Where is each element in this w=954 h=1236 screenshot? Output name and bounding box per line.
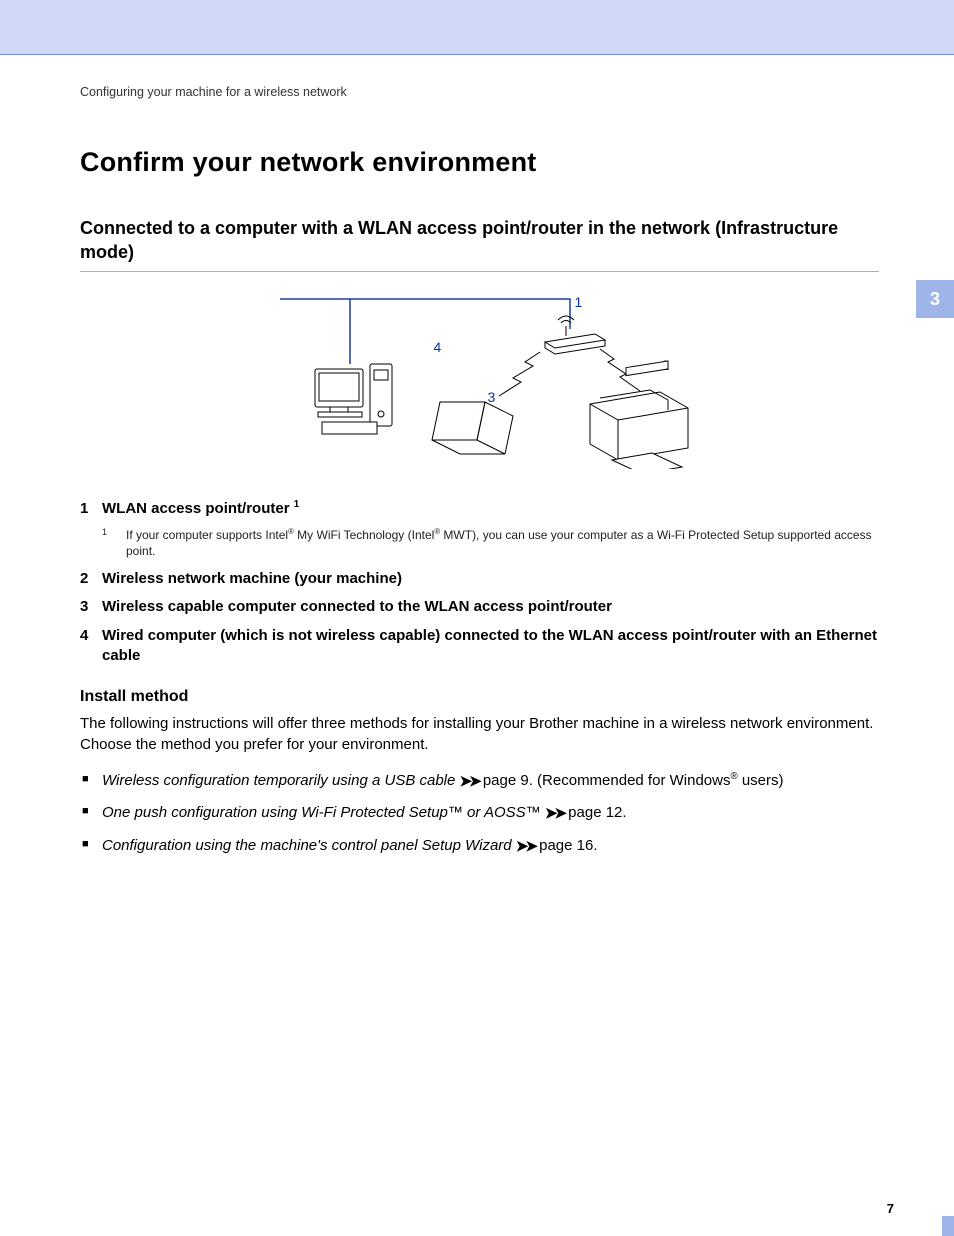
footnote-num: 1 <box>102 526 126 558</box>
legend-item-2: 2 Wireless network machine (your machine… <box>80 569 879 589</box>
page-title: Confirm your network environment <box>80 147 879 178</box>
legend-item-3: 3 Wireless capable computer connected to… <box>80 597 879 617</box>
page-corner-mark <box>942 1216 954 1236</box>
footnote-1: 1 If your computer supports Intel® My Wi… <box>102 527 879 559</box>
page-ref-icon: ➤➤ <box>516 836 535 859</box>
install-heading: Install method <box>80 688 879 706</box>
legend-text: WLAN access point/router 1 <box>102 499 879 519</box>
legend-text: Wireless network machine (your machine) <box>102 569 879 589</box>
page-ref-icon: ➤➤ <box>460 771 479 794</box>
legend-item-1: 1 WLAN access point/router 1 <box>80 499 879 519</box>
legend-num: 4 <box>80 626 102 667</box>
chapter-tab: 3 <box>916 280 954 318</box>
diagram-svg <box>270 294 690 469</box>
install-methods-list: Wireless configuration temporarily using… <box>80 770 879 858</box>
legend-num: 3 <box>80 597 102 617</box>
page-ref-icon: ➤➤ <box>545 803 564 826</box>
page-content: Configuring your machine for a wireless … <box>0 55 954 857</box>
legend-text: Wired computer (which is not wireless ca… <box>102 626 879 667</box>
header-band <box>0 0 954 54</box>
footnote-text: If your computer supports Intel® My WiFi… <box>126 527 879 559</box>
install-intro: The following instructions will offer th… <box>80 714 879 755</box>
install-item-2: One push configuration using Wi-Fi Prote… <box>80 802 879 825</box>
page-number: 7 <box>887 1201 894 1216</box>
diagram-legend: 1 WLAN access point/router 1 1 If your c… <box>80 499 879 667</box>
install-item-1: Wireless configuration temporarily using… <box>80 770 879 793</box>
section-subtitle: Connected to a computer with a WLAN acce… <box>80 216 879 272</box>
legend-num: 2 <box>80 569 102 589</box>
install-item-3: Configuration using the machine's contro… <box>80 835 879 858</box>
legend-text: Wireless capable computer connected to t… <box>102 597 879 617</box>
network-diagram: 1 2 3 4 <box>80 294 879 469</box>
breadcrumb: Configuring your machine for a wireless … <box>80 85 879 99</box>
legend-item-4: 4 Wired computer (which is not wireless … <box>80 626 879 667</box>
legend-num: 1 <box>80 499 102 519</box>
